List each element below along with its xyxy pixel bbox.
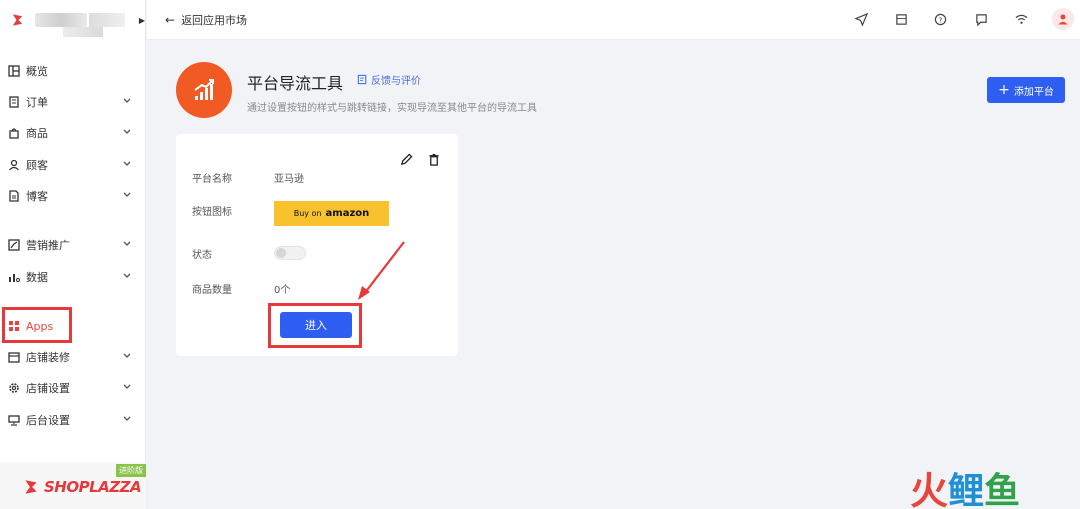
watermark-char-3: 鱼 [984,470,1021,509]
add-platform-button[interactable]: + 添加平台 [987,77,1065,103]
sidebar-item-label: 店铺装修 [26,351,70,364]
dashboard-icon [8,65,20,77]
pencil-icon[interactable] [399,152,413,166]
amazon-button-preview: Buy on amazon [274,201,389,226]
annotation-arrow-icon [358,241,405,300]
chevron-down-icon [123,273,131,278]
sidebar-item-admin-settings[interactable]: 后台设置 [0,406,146,434]
page-title: 平台导流工具 [247,74,344,93]
message-icon[interactable] [973,11,989,27]
svg-text:?: ? [938,15,942,24]
chevron-down-icon [123,98,131,103]
app-logo [176,62,232,118]
chevron-down-icon [123,161,131,166]
gear-icon [8,382,20,394]
shoplazza-brand: SHOPLAZZA [22,478,142,496]
help-icon[interactable]: ? [932,11,948,27]
store-design-icon [8,351,20,363]
back-to-app-market-link[interactable]: ← 返回应用市场 [165,12,247,28]
plan-badge: 进阶版 [116,464,146,477]
sidebar-item-label: 后台设置 [26,414,70,427]
back-label: 返回应用市场 [181,14,248,27]
sidebar-item-data[interactable]: 数据 [0,263,146,291]
feedback-link[interactable]: 反馈与评价 [357,72,421,87]
sidebar: ▶ 概览 订单 商品 顾客 博客 营销推广 数据 Apps 店铺装修 店铺设置 … [0,0,146,509]
plus-icon: + [998,82,1010,98]
store-icon[interactable] [893,11,909,27]
apps-highlight-box [2,307,72,343]
chevron-down-icon [123,129,131,134]
sidebar-item-customers[interactable]: 顾客 [0,151,146,179]
marketing-icon [8,239,20,251]
sidebar-item-label: 数据 [26,271,48,284]
avatar-icon [1058,14,1068,25]
button-icon-label: 按钮图标 [192,207,232,218]
sidebar-item-overview[interactable]: 概览 [0,57,146,85]
product-count-label: 商品数量 [192,285,232,296]
caret-right-icon: ▶ [138,15,145,25]
chevron-down-icon [123,241,131,246]
edit-note-icon [357,74,367,85]
sidebar-item-label: 顾客 [26,159,48,172]
status-toggle[interactable] [274,246,306,260]
avatar[interactable] [1052,8,1074,30]
chevron-down-icon [123,416,131,421]
platform-name-label: 平台名称 [192,174,232,185]
sidebar-item-label: 博客 [26,190,48,203]
trash-icon[interactable] [427,152,441,166]
arrow-left-icon: ← [165,13,176,27]
sidebar-item-store-settings[interactable]: 店铺设置 [0,374,146,402]
product-count-value: 0个 [274,285,291,296]
add-platform-label: 添加平台 [1013,86,1054,98]
brand-footer: 进阶版 SHOPLAZZA [0,462,146,509]
status-label: 状态 [192,250,212,261]
shoplazza-logo-icon [25,480,37,494]
amazon-prefix: Buy on [293,209,322,218]
chevron-down-icon [123,353,131,358]
sidebar-item-label: 概览 [26,65,48,78]
sidebar-item-label: 订单 [26,96,48,109]
store-switcher[interactable]: ▶ [0,0,145,40]
brand-name: SHOPLAZZA [44,478,142,496]
sidebar-item-label: 营销推广 [26,239,70,252]
chevron-down-icon [123,192,131,197]
watermark: 火 鲤 鱼 [910,460,1020,509]
topbar: ← 返回应用市场 ? [147,0,1080,40]
monitor-icon [8,414,20,426]
amazon-word: amazon [325,208,370,219]
watermark-char-1: 火 [910,469,949,509]
chart-icon [8,271,20,283]
user-icon [8,159,20,171]
send-icon[interactable] [853,11,869,27]
sidebar-item-label: 店铺设置 [26,382,70,395]
sidebar-item-label: 商品 [26,127,48,140]
watermark-char-2: 鲤 [948,470,985,509]
sidebar-item-products[interactable]: 商品 [0,119,146,147]
chevron-down-icon [123,384,131,389]
sidebar-item-marketing[interactable]: 营销推广 [0,231,146,259]
sidebar-item-orders[interactable]: 订单 [0,88,146,116]
shoplazza-logo-icon [12,14,23,26]
growth-chart-icon [194,79,214,100]
feedback-label: 反馈与评价 [371,76,421,87]
sidebar-item-blog[interactable]: 博客 [0,182,146,210]
store-name-blurred-2 [89,13,125,27]
bag-icon [8,127,20,139]
platform-name-value: 亚马逊 [274,174,304,185]
blog-icon [8,190,20,202]
sidebar-item-store-design[interactable]: 店铺装修 [0,343,146,371]
wifi-icon[interactable] [1013,11,1029,27]
store-name-blurred [34,13,104,37]
app-description: 通过设置按钮的样式与跳转链接，实现导流至其他平台的导流工具 [247,103,537,114]
order-icon [8,96,20,108]
